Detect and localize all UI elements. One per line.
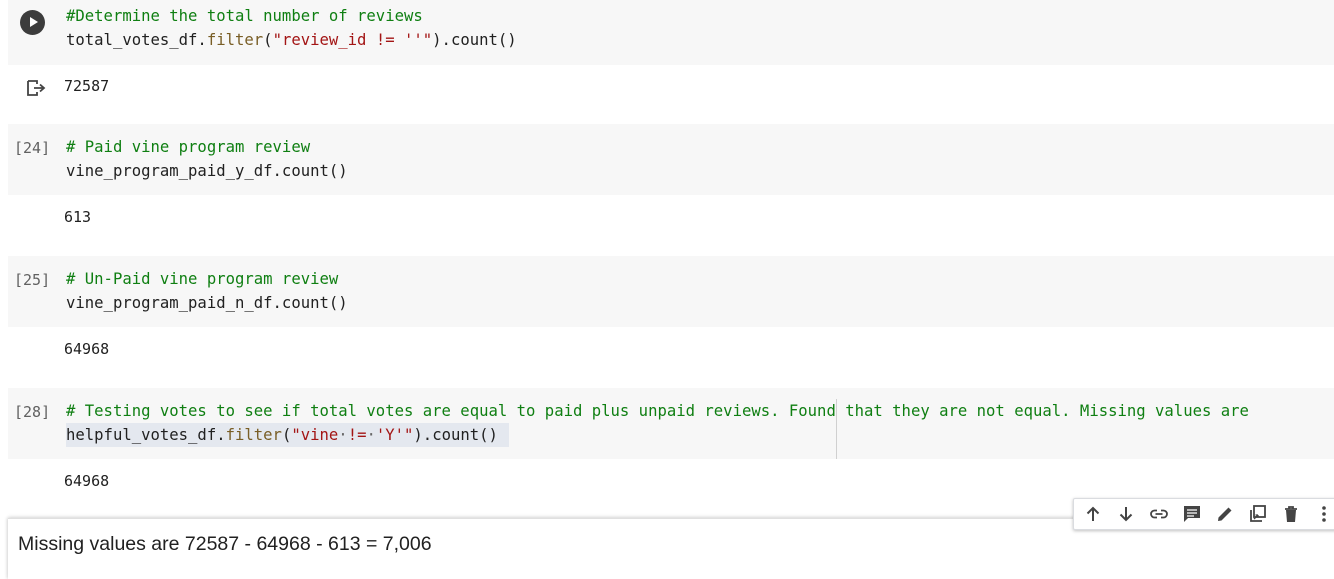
link-button[interactable] xyxy=(1146,501,1172,527)
code-token: total_votes_df. xyxy=(66,31,207,49)
arrow-down-icon xyxy=(1119,507,1133,522)
cell-output: 64968 xyxy=(64,340,110,358)
code-cell-3[interactable]: [25] # Un-Paid vine program review vine_… xyxy=(8,256,1334,327)
execution-count: [25] xyxy=(14,271,51,289)
code-cell-1[interactable]: #Determine the total number of reviews t… xyxy=(8,0,1334,65)
code-token: filter xyxy=(206,31,264,49)
code-line[interactable]: # Paid vine program review xyxy=(66,135,310,159)
code-comment: # Paid vine program review xyxy=(66,138,311,156)
code-string: 'Y'" xyxy=(375,426,414,444)
move-down-button[interactable] xyxy=(1113,501,1139,527)
code-string: "review_id != ''" xyxy=(272,31,433,49)
code-token: ( xyxy=(263,31,273,49)
run-cell-button[interactable] xyxy=(20,10,45,35)
cell-output: 613 xyxy=(64,208,92,226)
code-string: != xyxy=(347,426,367,444)
more-options-button[interactable] xyxy=(1311,501,1334,527)
code-line[interactable]: # Testing votes to see if total votes ar… xyxy=(66,399,1249,423)
code-token: ).count() xyxy=(432,31,517,49)
code-line[interactable]: total_votes_df.filter("review_id != ''")… xyxy=(66,28,517,52)
delete-cell-button[interactable] xyxy=(1278,501,1304,527)
execution-count: [24] xyxy=(14,139,51,157)
whitespace-marker: · xyxy=(366,426,376,444)
code-line[interactable]: helpful_votes_df.filter("vine·!=·'Y'").c… xyxy=(66,423,498,447)
cell-output: 72587 xyxy=(64,77,110,95)
cell-toolbar xyxy=(1073,498,1334,530)
code-token: ).count() xyxy=(413,426,498,444)
code-token: helpful_votes_df. xyxy=(66,426,226,444)
edit-icon xyxy=(1218,507,1232,521)
code-line[interactable]: #Determine the total number of reviews xyxy=(66,4,423,28)
more-icon xyxy=(1322,506,1326,522)
output-icon[interactable] xyxy=(25,78,47,98)
code-string: "vine xyxy=(291,426,339,444)
code-line[interactable]: vine_program_paid_n_df.count() xyxy=(66,291,348,315)
edit-button[interactable] xyxy=(1212,501,1238,527)
text-cursor xyxy=(836,399,837,459)
code-comment: #Determine the total number of reviews xyxy=(66,7,423,25)
code-token: vine_program_paid_n_df.count() xyxy=(66,294,348,312)
arrow-up-icon xyxy=(1086,506,1100,521)
mirror-cell-button[interactable] xyxy=(1245,501,1271,527)
markdown-text: Missing values are 72587 - 64968 - 613 =… xyxy=(18,533,432,555)
code-token: vine_program_paid_y_df.count() xyxy=(66,162,348,180)
cell-output: 64968 xyxy=(64,472,110,490)
delete-icon xyxy=(1285,506,1297,522)
comment-icon xyxy=(1184,506,1200,522)
code-token: filter xyxy=(225,426,282,444)
code-token: ( xyxy=(281,426,292,444)
code-line[interactable]: vine_program_paid_y_df.count() xyxy=(66,159,348,183)
whitespace-marker: · xyxy=(338,426,348,444)
code-comment: # Testing votes to see if total votes ar… xyxy=(66,402,1249,420)
code-comment: # Un-Paid vine program review xyxy=(66,270,339,288)
comment-button[interactable] xyxy=(1179,501,1205,527)
link-icon xyxy=(1150,509,1168,519)
move-up-button[interactable] xyxy=(1080,501,1106,527)
code-line[interactable]: # Un-Paid vine program review xyxy=(66,267,338,291)
code-cell-2[interactable]: [24] # Paid vine program review vine_pro… xyxy=(8,124,1334,195)
mirror-cell-icon xyxy=(1250,505,1266,522)
